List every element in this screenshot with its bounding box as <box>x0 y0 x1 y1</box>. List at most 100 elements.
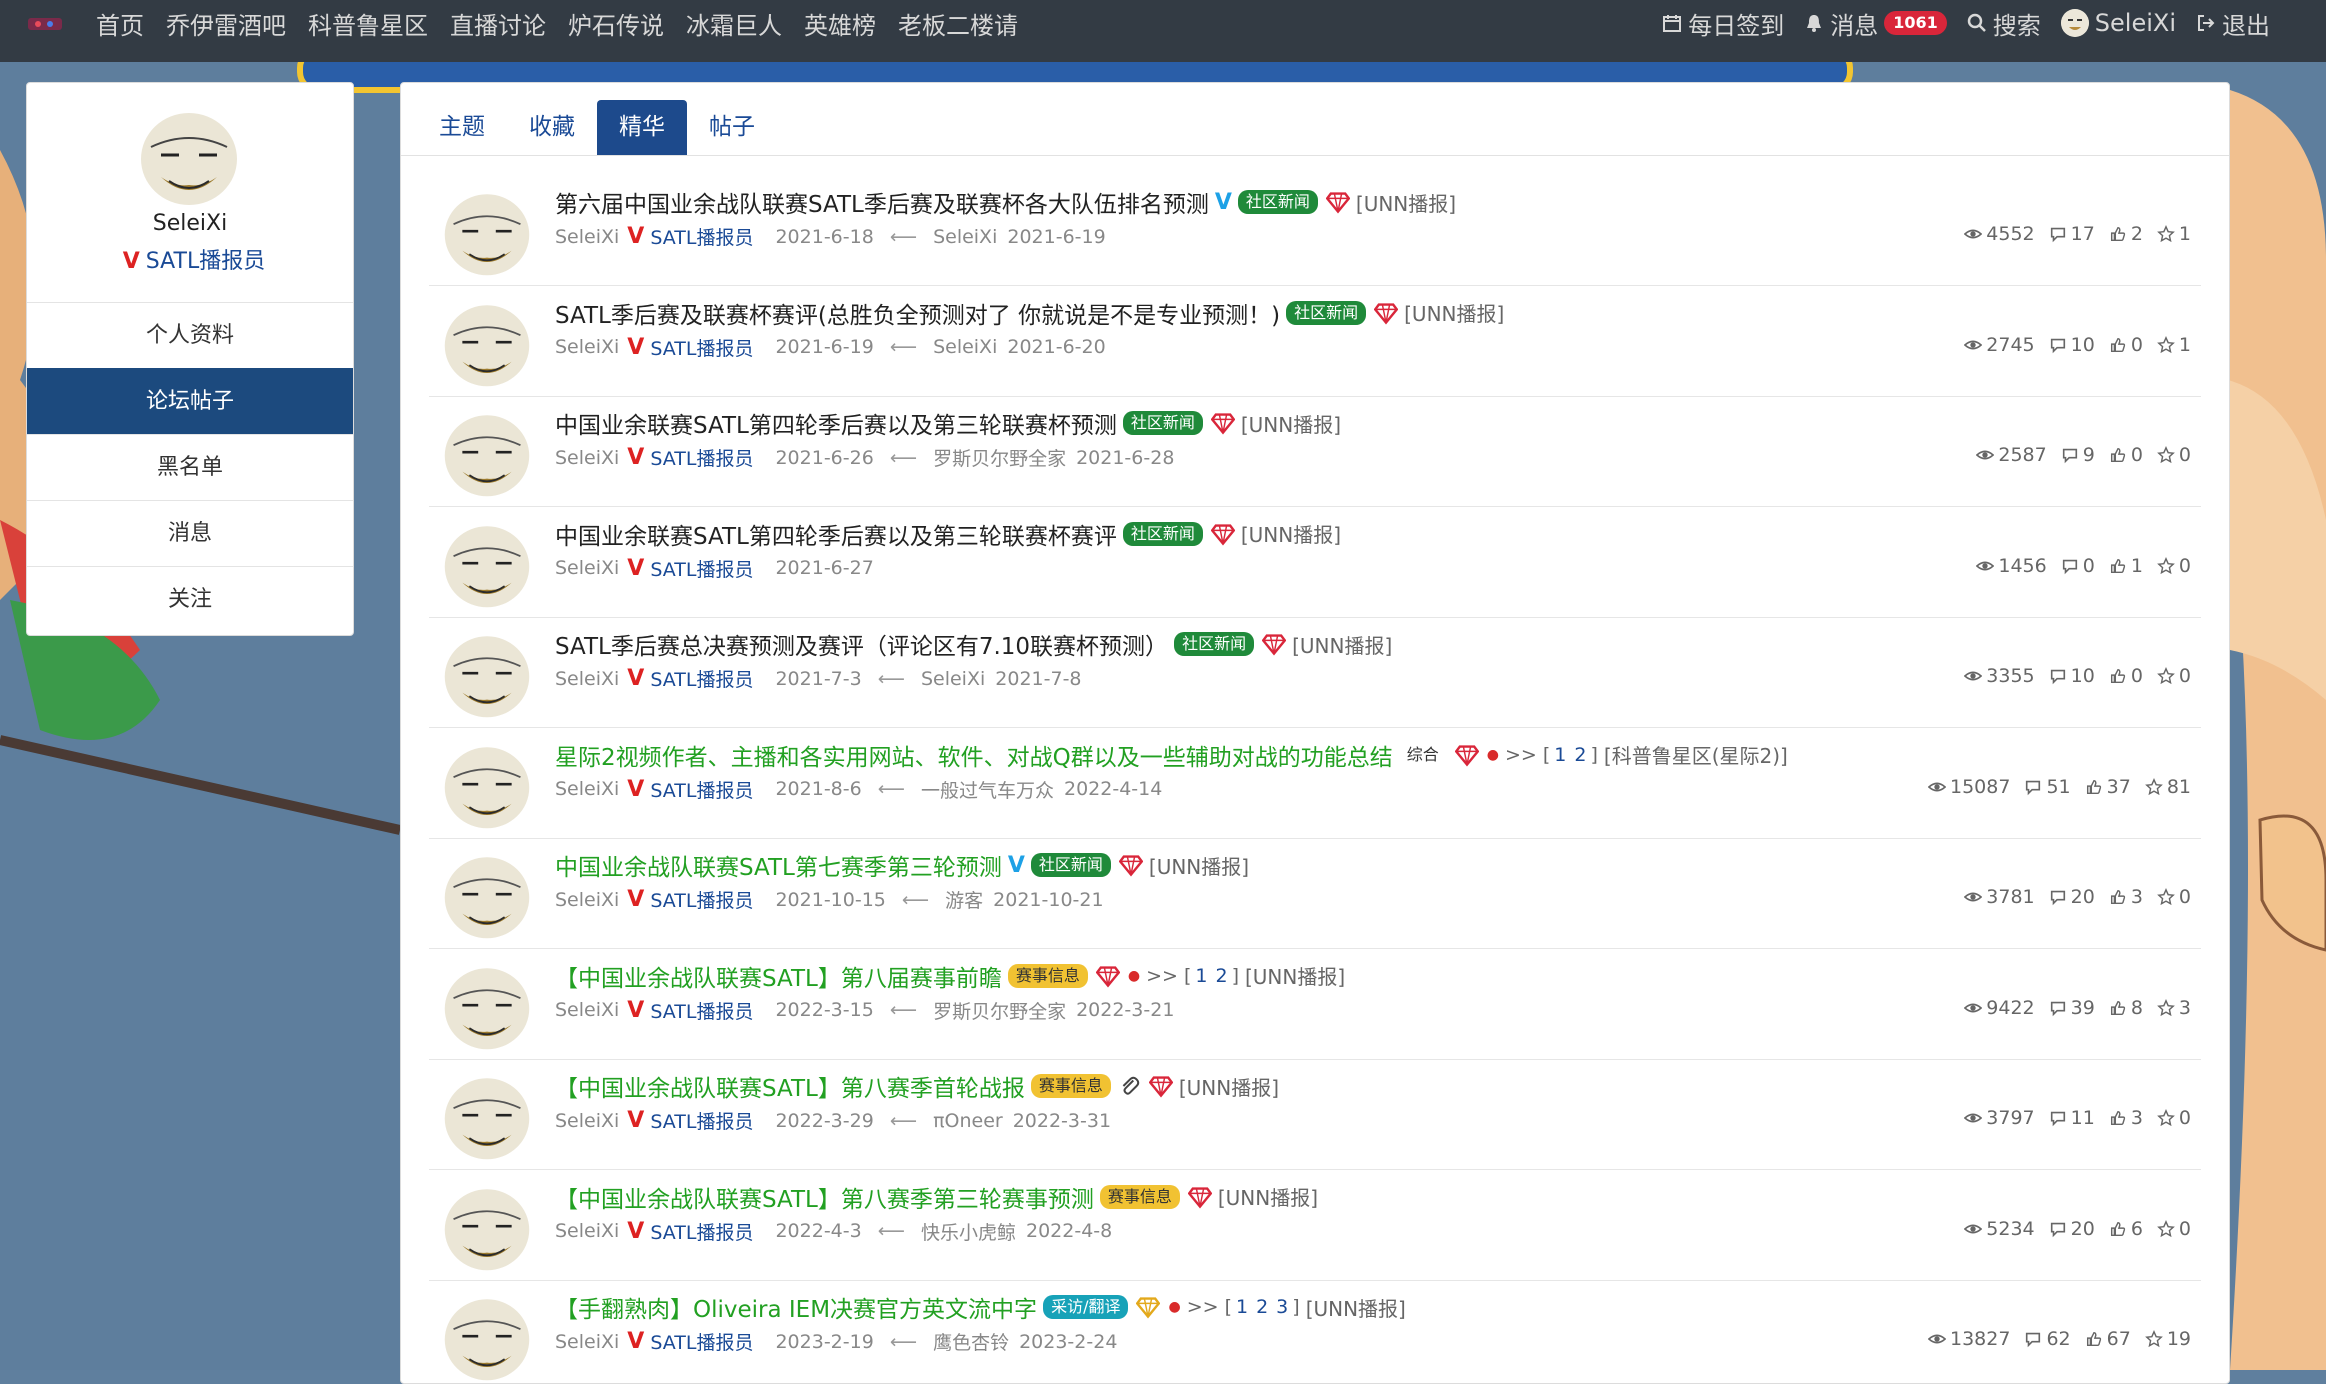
author-avatar[interactable] <box>443 300 531 388</box>
category-tag[interactable]: 赛事信息 <box>1099 1184 1180 1209</box>
menu-messages[interactable]: 消息 <box>27 500 353 566</box>
nav-live-discussion[interactable]: 直播讨论 <box>450 6 546 41</box>
nav-frost-giant[interactable]: 冰霜巨人 <box>686 6 782 41</box>
last-reply-user[interactable]: 罗斯贝尔野全家 <box>933 997 1066 1024</box>
thread-title-link[interactable]: 中国业余战队联赛SATL第七赛季第三轮预测 <box>555 848 1002 882</box>
logout-link[interactable]: 退出 <box>2196 6 2270 41</box>
author-avatar[interactable] <box>443 1184 531 1272</box>
tab-posts[interactable]: 帖子 <box>687 100 777 155</box>
site-logo-icon[interactable] <box>28 14 62 34</box>
tab-favorites[interactable]: 收藏 <box>507 100 597 155</box>
author-avatar[interactable] <box>443 631 531 719</box>
last-reply-user[interactable]: 快乐小虎鲸 <box>921 1218 1016 1245</box>
nav-hearthstone[interactable]: 炉石传说 <box>568 6 664 41</box>
author-avatar[interactable] <box>443 521 531 609</box>
tab-topics[interactable]: 主题 <box>417 100 507 155</box>
forum-name-link[interactable]: [UNN播报] <box>1241 409 1341 438</box>
nav-boss-upstairs[interactable]: 老板二楼请 <box>898 6 1018 41</box>
forum-name-link[interactable]: [UNN播报] <box>1241 519 1341 548</box>
last-reply-user[interactable]: 鹰色杏铃 <box>933 1328 1009 1355</box>
thread-row[interactable]: SATL季后赛及联赛杯赛评(总胜负全预测对了 你就说是不是专业预测！) 社区新闻 [… <box>429 286 2201 397</box>
thread-title-link[interactable]: 第六届中国业余战队联赛SATL季后赛及联赛杯各大队伍排名预测 <box>555 185 1209 219</box>
author-avatar[interactable] <box>443 1294 531 1382</box>
author-name-link[interactable]: SeleiXi <box>555 1110 619 1132</box>
author-name-link[interactable]: SeleiXi <box>555 226 619 248</box>
thread-title-link[interactable]: 【中国业余战队联赛SATL】第八赛季第三轮赛事预测 <box>555 1180 1094 1214</box>
menu-following[interactable]: 关注 <box>27 566 353 632</box>
author-name-link[interactable]: SeleiXi <box>555 778 619 800</box>
category-tag[interactable]: 赛事信息 <box>1030 1074 1111 1098</box>
thread-title-link[interactable]: 中国业余联赛SATL第四轮季后赛以及第三轮联赛杯赛评 <box>555 517 1117 551</box>
page-link[interactable]: 3 <box>1276 1296 1288 1318</box>
last-reply-user[interactable]: SeleiXi <box>933 336 997 358</box>
thread-title-link[interactable]: SATL季后赛及联赛杯赛评(总胜负全预测对了 你就说是不是专业预测！) <box>555 296 1280 330</box>
thread-row[interactable]: 中国业余联赛SATL第四轮季后赛以及第三轮联赛杯预测 社区新闻 [UNN播报] Sel… <box>429 396 2201 507</box>
tab-featured[interactable]: 精华 <box>597 100 687 155</box>
category-tag[interactable]: 社区新闻 <box>1286 300 1367 325</box>
forum-name-link[interactable]: [UNN播报] <box>1179 1072 1279 1101</box>
thread-title-link[interactable]: 【手翻熟肉】Oliveira IEM决赛官方英文流中字 <box>555 1290 1037 1324</box>
category-tag[interactable]: 社区新闻 <box>1237 190 1318 214</box>
thread-title-link[interactable]: SATL季后赛总决赛预测及赛评（评论区有7.10联赛杯预测） <box>555 627 1168 661</box>
forum-name-link[interactable]: [UNN播报] <box>1356 188 1456 217</box>
thread-row[interactable]: 【中国业余战队联赛SATL】第八赛季首轮战报 赛事信息 [UNN播报] SeleiXi… <box>429 1059 2201 1170</box>
thread-row[interactable]: 中国业余联赛SATL第四轮季后赛以及第三轮联赛杯赛评 社区新闻 [UNN播报] Sel… <box>429 507 2201 618</box>
page-link[interactable]: 2 <box>1256 1296 1268 1318</box>
user-menu-link[interactable]: SeleiXi <box>2060 9 2176 37</box>
author-avatar[interactable] <box>443 1073 531 1161</box>
last-reply-user[interactable]: 罗斯贝尔野全家 <box>933 444 1066 471</box>
author-name-link[interactable]: SeleiXi <box>555 889 619 911</box>
author-avatar[interactable] <box>443 742 531 830</box>
page-link[interactable]: 1 <box>1236 1296 1248 1318</box>
last-reply-user[interactable]: 一般过气车万众 <box>921 776 1054 803</box>
profile-avatar[interactable] <box>139 107 239 207</box>
author-avatar[interactable] <box>443 410 531 498</box>
thread-title-link[interactable]: 中国业余联赛SATL第四轮季后赛以及第三轮联赛杯预测 <box>555 406 1117 440</box>
last-reply-user[interactable]: πOneer <box>933 1110 1003 1132</box>
menu-profile-info[interactable]: 个人资料 <box>27 302 353 368</box>
daily-checkin-link[interactable]: 每日签到 <box>1662 6 1784 41</box>
category-tag[interactable]: 社区新闻 <box>1122 411 1203 435</box>
thread-row[interactable]: SATL季后赛总决赛预测及赛评（评论区有7.10联赛杯预测） 社区新闻 [UNN播报… <box>429 617 2201 728</box>
search-link[interactable]: 搜索 <box>1967 6 2041 41</box>
category-tag[interactable]: 赛事信息 <box>1007 963 1088 988</box>
page-link[interactable]: 1 <box>1195 965 1207 987</box>
forum-name-link[interactable]: [UNN播报] <box>1245 961 1345 990</box>
thread-title-link[interactable]: 星际2视频作者、主播和各实用网站、软件、对战Q群以及一些辅助对战的功能总结 <box>555 738 1393 772</box>
page-link[interactable]: 2 <box>1574 744 1586 766</box>
author-name-link[interactable]: SeleiXi <box>555 668 619 690</box>
menu-forum-posts[interactable]: 论坛帖子 <box>27 368 353 434</box>
author-avatar[interactable] <box>443 963 531 1051</box>
category-tag[interactable]: 综合 <box>1399 743 1447 767</box>
last-reply-user[interactable]: 游客 <box>945 886 983 913</box>
nav-leaderboard[interactable]: 英雄榜 <box>804 6 876 41</box>
category-tag[interactable]: 社区新闻 <box>1174 632 1255 656</box>
category-tag[interactable]: 采访/翻译 <box>1043 1295 1129 1319</box>
thread-row[interactable]: 星际2视频作者、主播和各实用网站、软件、对战Q群以及一些辅助对战的功能总结 综合 ●… <box>429 728 2201 839</box>
messages-link[interactable]: 消息 1061 <box>1804 6 1947 41</box>
author-name-link[interactable]: SeleiXi <box>555 447 619 469</box>
thread-row[interactable]: 【中国业余战队联赛SATL】第八届赛事前瞻 赛事信息 ● >> [1 2] [UNN播报]… <box>429 949 2201 1060</box>
last-reply-user[interactable]: SeleiXi <box>921 668 985 690</box>
thread-row[interactable]: 中国业余战队联赛SATL第七赛季第三轮预测 V 社区新闻 [UNN播报] SeleiXi… <box>429 838 2201 949</box>
author-name-link[interactable]: SeleiXi <box>555 999 619 1021</box>
forum-name-link[interactable]: [UNN播报] <box>1404 298 1504 327</box>
thread-title-link[interactable]: 【中国业余战队联赛SATL】第八届赛事前瞻 <box>555 959 1002 993</box>
menu-blacklist[interactable]: 黑名单 <box>27 434 353 500</box>
author-avatar[interactable] <box>443 189 531 277</box>
page-link[interactable]: 1 <box>1554 744 1566 766</box>
forum-name-link[interactable]: [UNN播报] <box>1306 1293 1406 1322</box>
thread-row[interactable]: 第六届中国业余战队联赛SATL季后赛及联赛杯各大队伍排名预测 V 社区新闻 [UNN播… <box>429 175 2201 286</box>
category-tag[interactable]: 社区新闻 <box>1030 853 1111 877</box>
thread-title-link[interactable]: 【中国业余战队联赛SATL】第八赛季首轮战报 <box>555 1069 1025 1103</box>
author-name-link[interactable]: SeleiXi <box>555 336 619 358</box>
forum-name-link[interactable]: [科普鲁星区(星际2)] <box>1604 740 1788 769</box>
nav-koprulu[interactable]: 科普鲁星区 <box>308 6 428 41</box>
last-reply-user[interactable]: SeleiXi <box>933 226 997 248</box>
forum-name-link[interactable]: [UNN播报] <box>1292 630 1392 659</box>
category-tag[interactable]: 社区新闻 <box>1122 521 1203 546</box>
nav-joeys-bar[interactable]: 乔伊雷酒吧 <box>166 6 286 41</box>
author-name-link[interactable]: SeleiXi <box>555 1331 619 1353</box>
author-name-link[interactable]: SeleiXi <box>555 557 619 579</box>
author-name-link[interactable]: SeleiXi <box>555 1220 619 1242</box>
